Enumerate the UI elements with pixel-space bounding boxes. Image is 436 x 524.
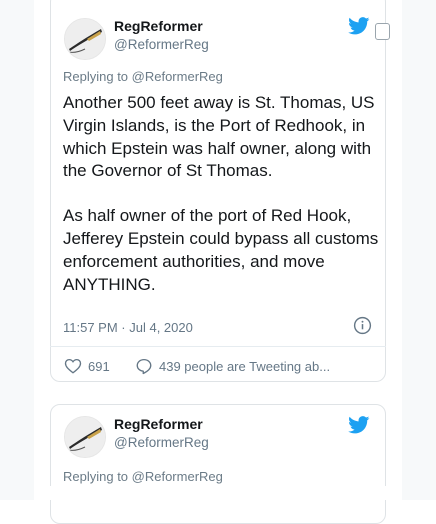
like-action[interactable]: 691 [64, 357, 110, 375]
bottom-crop [34, 486, 402, 500]
display-name[interactable]: RegReformer [114, 18, 203, 34]
info-icon[interactable] [353, 316, 372, 335]
tweet-timestamp[interactable]: 11:57 PM · Jul 4, 2020 [63, 320, 193, 335]
speech-bubble-icon [136, 358, 152, 375]
replying-to-label-2[interactable]: Replying to @ReformerReg [63, 469, 223, 484]
replying-to-label[interactable]: Replying to @ReformerReg [63, 69, 223, 84]
tweet-body: Another 500 feet away is St. Thomas, US … [63, 92, 383, 296]
twitter-bird-icon[interactable] [348, 416, 370, 434]
tweet-paragraph-2: As half owner of the port of Red Hook, J… [63, 206, 379, 294]
divider [50, 346, 386, 347]
conversation-label: 439 people are Tweeting ab... [159, 358, 331, 374]
like-count: 691 [88, 358, 110, 374]
fountain-pen-avatar-icon [65, 19, 105, 59]
heart-icon [64, 358, 82, 374]
user-handle-2[interactable]: @ReformerReg [114, 435, 209, 450]
conversation-action[interactable]: 439 people are Tweeting ab... [135, 357, 330, 375]
user-handle[interactable]: @ReformerReg [114, 37, 209, 52]
avatar[interactable] [64, 18, 106, 60]
twitter-bird-icon[interactable] [348, 17, 370, 35]
tweet-paragraph-1: Another 500 feet away is St. Thomas, US … [63, 93, 375, 181]
avatar-2[interactable] [64, 416, 106, 458]
display-name-2[interactable]: RegReformer [114, 416, 203, 432]
select-checkbox[interactable] [375, 23, 390, 40]
fountain-pen-avatar-icon [65, 417, 105, 457]
